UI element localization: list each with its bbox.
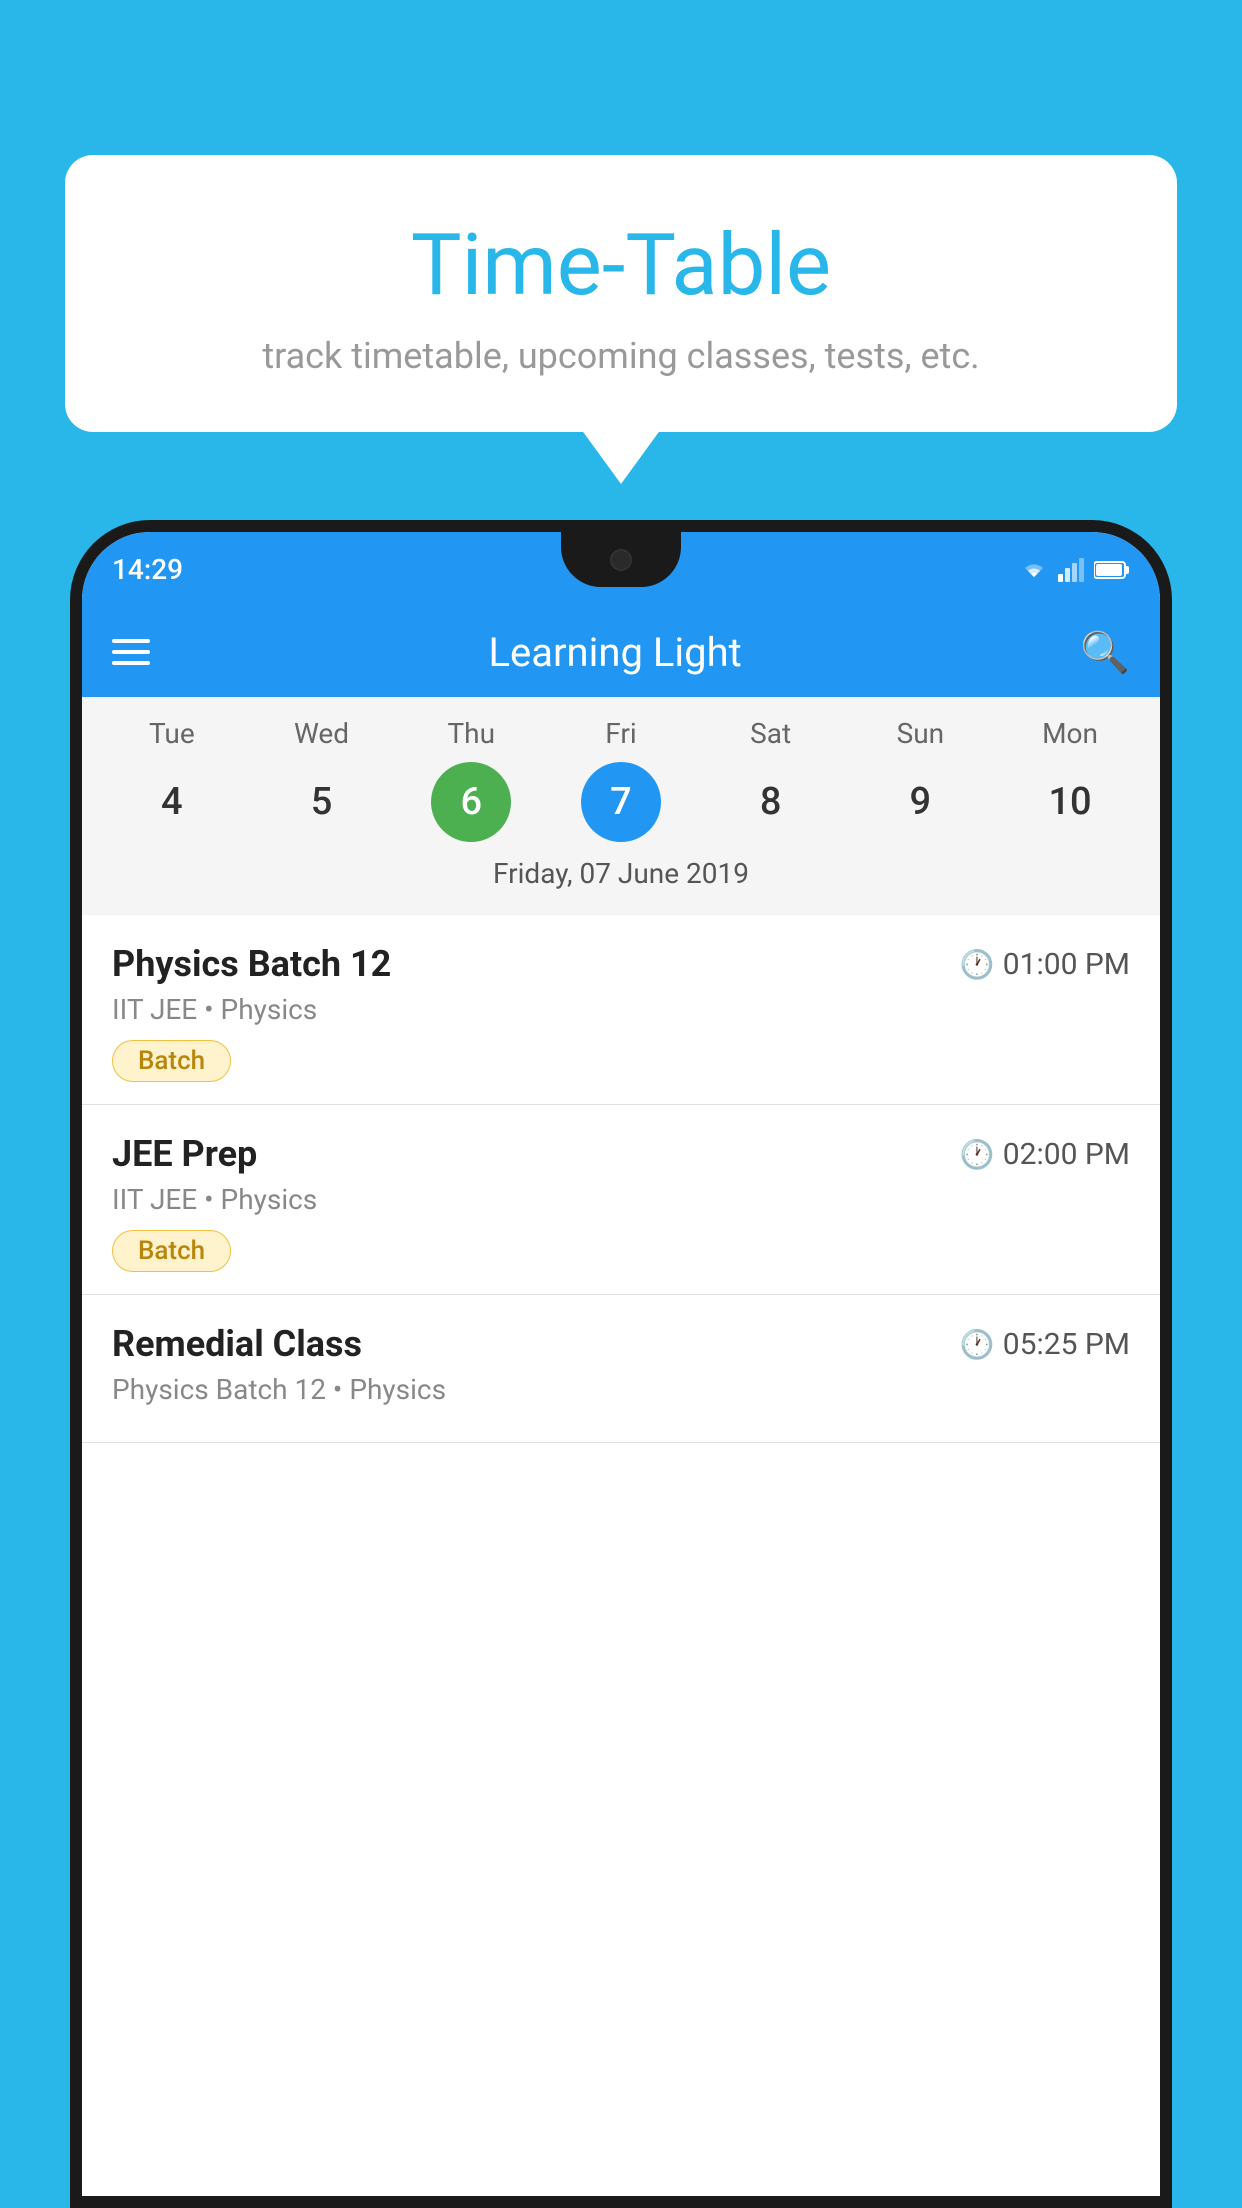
selected-date: Friday, 07 June 2019 <box>82 857 1160 900</box>
status-bar: 14:29 <box>82 532 1160 607</box>
day-label-thu[interactable]: Thu <box>431 717 511 750</box>
batch-tag-1: Batch <box>112 1040 231 1082</box>
class-sub-1: IIT JEE • Physics <box>112 993 1130 1026</box>
day-label-mon[interactable]: Mon <box>1030 717 1110 750</box>
day-4[interactable]: 4 <box>132 762 212 842</box>
class-item-2[interactable]: JEE Prep 🕐 02:00 PM IIT JEE • Physics Ba… <box>82 1105 1160 1295</box>
class-name-2: JEE Prep <box>112 1133 257 1175</box>
class-item-2-header: JEE Prep 🕐 02:00 PM <box>112 1133 1130 1175</box>
class-time-3: 🕐 05:25 PM <box>960 1327 1130 1362</box>
info-bubble: Time-Table track timetable, upcoming cla… <box>65 155 1177 432</box>
class-sub-3: Physics Batch 12 • Physics <box>112 1373 1130 1406</box>
batch-tag-2: Batch <box>112 1230 231 1272</box>
app-header: Learning Light 🔍 <box>82 607 1160 697</box>
status-icons <box>1018 558 1130 582</box>
day-5[interactable]: 5 <box>282 762 362 842</box>
day-7-selected[interactable]: 7 <box>581 762 661 842</box>
clock-icon-2: 🕐 <box>960 1138 995 1171</box>
day-label-tue[interactable]: Tue <box>132 717 212 750</box>
day-8[interactable]: 8 <box>731 762 811 842</box>
app-title: Learning Light <box>175 629 1055 676</box>
class-time-1: 🕐 01:00 PM <box>960 947 1130 982</box>
day-10[interactable]: 10 <box>1030 762 1110 842</box>
status-time: 14:29 <box>112 553 183 586</box>
search-icon[interactable]: 🔍 <box>1080 629 1130 676</box>
battery-icon <box>1094 560 1130 580</box>
day-label-wed[interactable]: Wed <box>282 717 362 750</box>
signal-icon <box>1058 558 1086 582</box>
class-item-1-header: Physics Batch 12 🕐 01:00 PM <box>112 943 1130 985</box>
class-name-3: Remedial Class <box>112 1323 362 1365</box>
class-sub-2: IIT JEE • Physics <box>112 1183 1130 1216</box>
day-numbers: 4 5 6 7 8 9 10 <box>82 762 1160 842</box>
day-6-today[interactable]: 6 <box>431 762 511 842</box>
menu-button[interactable] <box>112 639 150 665</box>
class-time-2: 🕐 02:00 PM <box>960 1137 1130 1172</box>
day-label-fri[interactable]: Fri <box>581 717 661 750</box>
class-list: Physics Batch 12 🕐 01:00 PM IIT JEE • Ph… <box>82 915 1160 1443</box>
bubble-title: Time-Table <box>115 215 1127 315</box>
class-item-1[interactable]: Physics Batch 12 🕐 01:00 PM IIT JEE • Ph… <box>82 915 1160 1105</box>
phone-frame: 14:29 <box>70 520 1172 2208</box>
day-label-sat[interactable]: Sat <box>731 717 811 750</box>
day-label-sun[interactable]: Sun <box>880 717 960 750</box>
bubble-subtitle: track timetable, upcoming classes, tests… <box>115 335 1127 377</box>
clock-icon-3: 🕐 <box>960 1328 995 1361</box>
calendar-strip: Tue Wed Thu Fri Sat Sun Mon 4 5 6 7 8 9 … <box>82 697 1160 915</box>
class-name-1: Physics Batch 12 <box>112 943 391 985</box>
wifi-icon <box>1018 559 1050 581</box>
class-item-3[interactable]: Remedial Class 🕐 05:25 PM Physics Batch … <box>82 1295 1160 1443</box>
class-item-3-header: Remedial Class 🕐 05:25 PM <box>112 1323 1130 1365</box>
notch <box>561 532 681 587</box>
phone-screen: 14:29 <box>82 532 1160 2196</box>
clock-icon-1: 🕐 <box>960 948 995 981</box>
day-9[interactable]: 9 <box>880 762 960 842</box>
day-headers: Tue Wed Thu Fri Sat Sun Mon <box>82 717 1160 750</box>
camera <box>610 549 632 571</box>
